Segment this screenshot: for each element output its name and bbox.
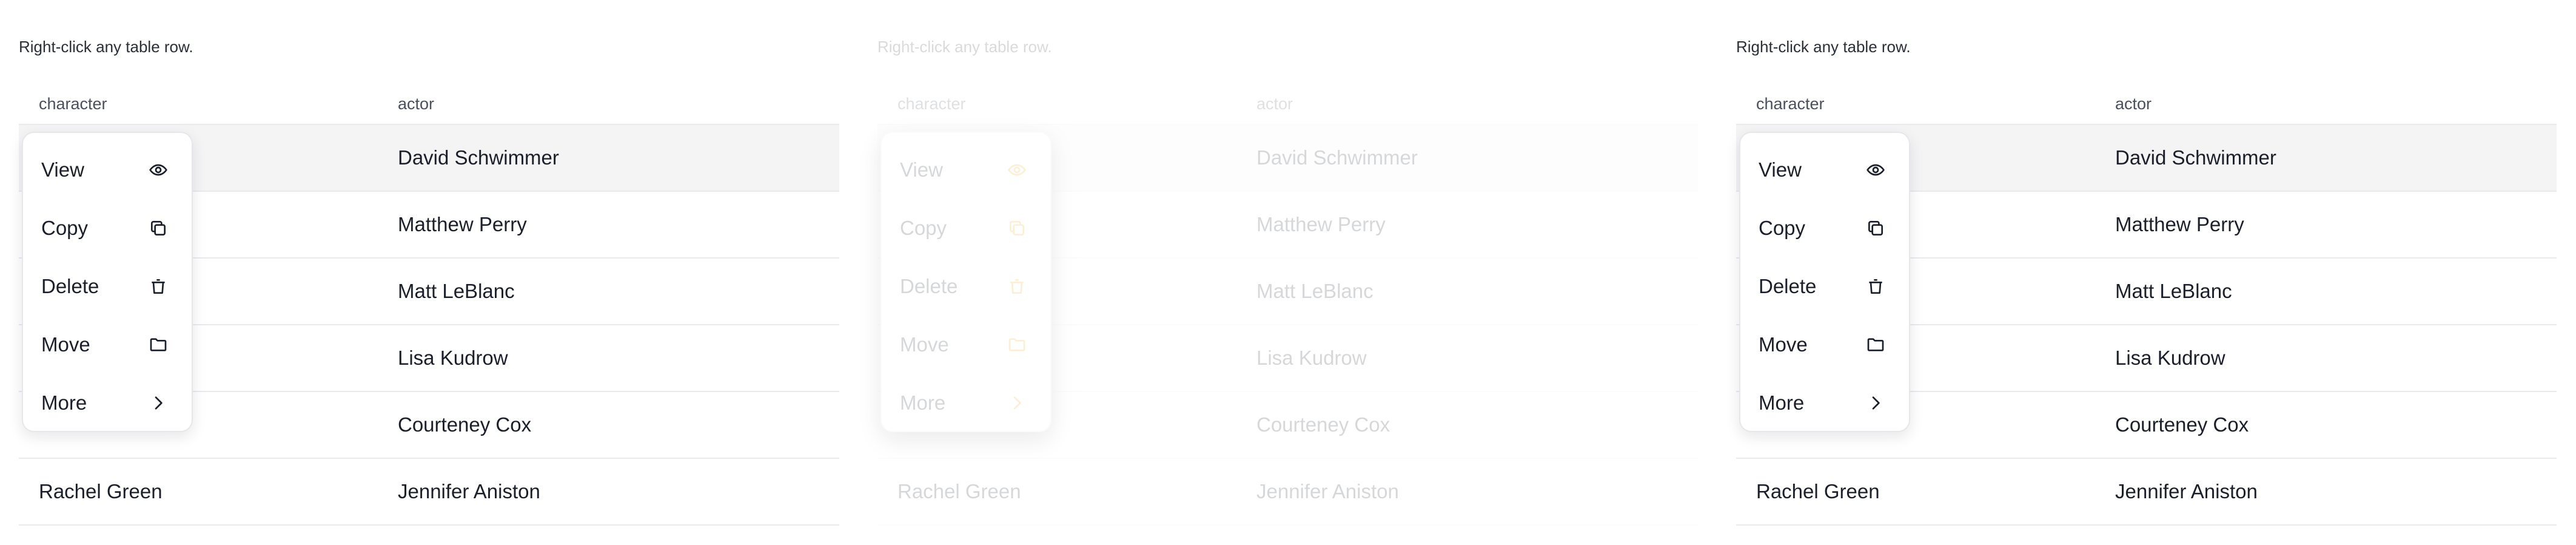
column-header-character[interactable]: character: [1736, 95, 2115, 113]
menu-item-delete[interactable]: Delete: [1740, 257, 1909, 316]
column-header-character[interactable]: character: [19, 95, 398, 113]
trash-icon: [1007, 276, 1027, 297]
menu-item-label: Delete: [41, 275, 99, 297]
trash-icon: [1865, 276, 1886, 297]
menu-item-move[interactable]: Move: [882, 316, 1050, 374]
cell-actor: Jennifer Aniston: [398, 480, 540, 503]
menu-item-label: Move: [900, 333, 949, 356]
context-menu: View Copy Delete Move More: [22, 132, 193, 432]
column-header-character[interactable]: character: [877, 95, 1256, 113]
menu-item-copy[interactable]: Copy: [23, 199, 192, 257]
menu-item-view[interactable]: View: [1740, 141, 1909, 199]
cell-actor: Jennifer Aniston: [1256, 480, 1399, 503]
frame-2: Right-click any table row. character act…: [859, 0, 1698, 545]
context-menu: View Copy Delete Move More: [880, 132, 1052, 432]
menu-item-label: Move: [41, 333, 90, 356]
eye-icon: [1865, 160, 1886, 180]
cell-actor: Matt LeBlanc: [1256, 280, 1374, 302]
menu-item-label: Copy: [41, 217, 89, 239]
eye-icon: [148, 160, 169, 180]
menu-item-copy[interactable]: Copy: [1740, 199, 1909, 257]
cell-actor: Matthew Perry: [1256, 213, 1386, 235]
column-header-actor[interactable]: actor: [1256, 95, 1698, 113]
copy-icon: [1007, 218, 1027, 239]
chevron-right-icon: [148, 393, 169, 413]
cell-character: Rachel Green: [1756, 480, 1880, 503]
menu-item-label: Delete: [900, 275, 958, 297]
menu-item-view[interactable]: View: [23, 141, 192, 199]
table-header: character actor: [1736, 84, 2557, 124]
cell-actor: Matt LeBlanc: [2115, 280, 2232, 302]
context-menu: View Copy Delete Move More: [1739, 132, 1910, 432]
frame-1: Right-click any table row. character act…: [0, 0, 839, 545]
cell-actor: Matthew Perry: [2115, 213, 2244, 235]
menu-item-view[interactable]: View: [882, 141, 1050, 199]
table-header: character actor: [19, 84, 839, 124]
menu-item-label: Delete: [1759, 275, 1817, 297]
menu-item-label: Move: [1759, 333, 1808, 356]
folder-icon: [1865, 334, 1886, 355]
trash-icon: [148, 276, 169, 297]
menu-item-label: View: [41, 158, 84, 181]
instruction-text: Right-click any table row.: [877, 38, 1052, 56]
menu-item-move[interactable]: Move: [1740, 316, 1909, 374]
cell-actor: David Schwimmer: [398, 146, 559, 169]
menu-item-delete[interactable]: Delete: [23, 257, 192, 316]
cell-actor: Courteney Cox: [398, 413, 532, 436]
table-row[interactable]: Rachel Green Jennifer Aniston: [19, 458, 839, 526]
chevron-right-icon: [1865, 393, 1886, 413]
menu-item-more[interactable]: More: [882, 374, 1050, 432]
cell-actor: David Schwimmer: [1256, 146, 1418, 169]
folder-icon: [148, 334, 169, 355]
table-header: character actor: [877, 84, 1698, 124]
menu-item-label: Copy: [900, 217, 947, 239]
cell-actor: Jennifer Aniston: [2115, 480, 2258, 503]
menu-item-more[interactable]: More: [23, 374, 192, 432]
menu-item-label: More: [41, 391, 87, 414]
copy-icon: [148, 218, 169, 239]
instruction-text: Right-click any table row.: [1736, 38, 1911, 56]
column-header-actor[interactable]: actor: [398, 95, 839, 113]
cell-actor: David Schwimmer: [2115, 146, 2276, 169]
cell-character: Rachel Green: [897, 480, 1021, 503]
folder-icon: [1007, 334, 1027, 355]
eye-icon: [1007, 160, 1027, 180]
cell-actor: Courteney Cox: [1256, 413, 1390, 436]
menu-item-label: More: [1759, 391, 1805, 414]
cell-actor: Lisa Kudrow: [398, 347, 508, 369]
animation-frames: Right-click any table row. character act…: [0, 0, 2576, 545]
table-row[interactable]: Rachel Green Jennifer Aniston: [877, 458, 1698, 526]
menu-item-copy[interactable]: Copy: [882, 199, 1050, 257]
cell-actor: Matt LeBlanc: [398, 280, 515, 302]
chevron-right-icon: [1007, 393, 1027, 413]
menu-item-label: More: [900, 391, 946, 414]
cell-actor: Matthew Perry: [398, 213, 527, 235]
menu-item-move[interactable]: Move: [23, 316, 192, 374]
cell-actor: Courteney Cox: [2115, 413, 2249, 436]
menu-item-label: View: [1759, 158, 1802, 181]
menu-item-label: View: [900, 158, 943, 181]
column-header-actor[interactable]: actor: [2115, 95, 2557, 113]
copy-icon: [1865, 218, 1886, 239]
instruction-text: Right-click any table row.: [19, 38, 193, 56]
cell-actor: Lisa Kudrow: [1256, 347, 1367, 369]
cell-actor: Lisa Kudrow: [2115, 347, 2225, 369]
menu-item-delete[interactable]: Delete: [882, 257, 1050, 316]
frame-3: Right-click any table row. character act…: [1717, 0, 2557, 545]
table-row[interactable]: Rachel Green Jennifer Aniston: [1736, 458, 2557, 526]
cell-character: Rachel Green: [39, 480, 163, 503]
menu-item-label: Copy: [1759, 217, 1806, 239]
menu-item-more[interactable]: More: [1740, 374, 1909, 432]
